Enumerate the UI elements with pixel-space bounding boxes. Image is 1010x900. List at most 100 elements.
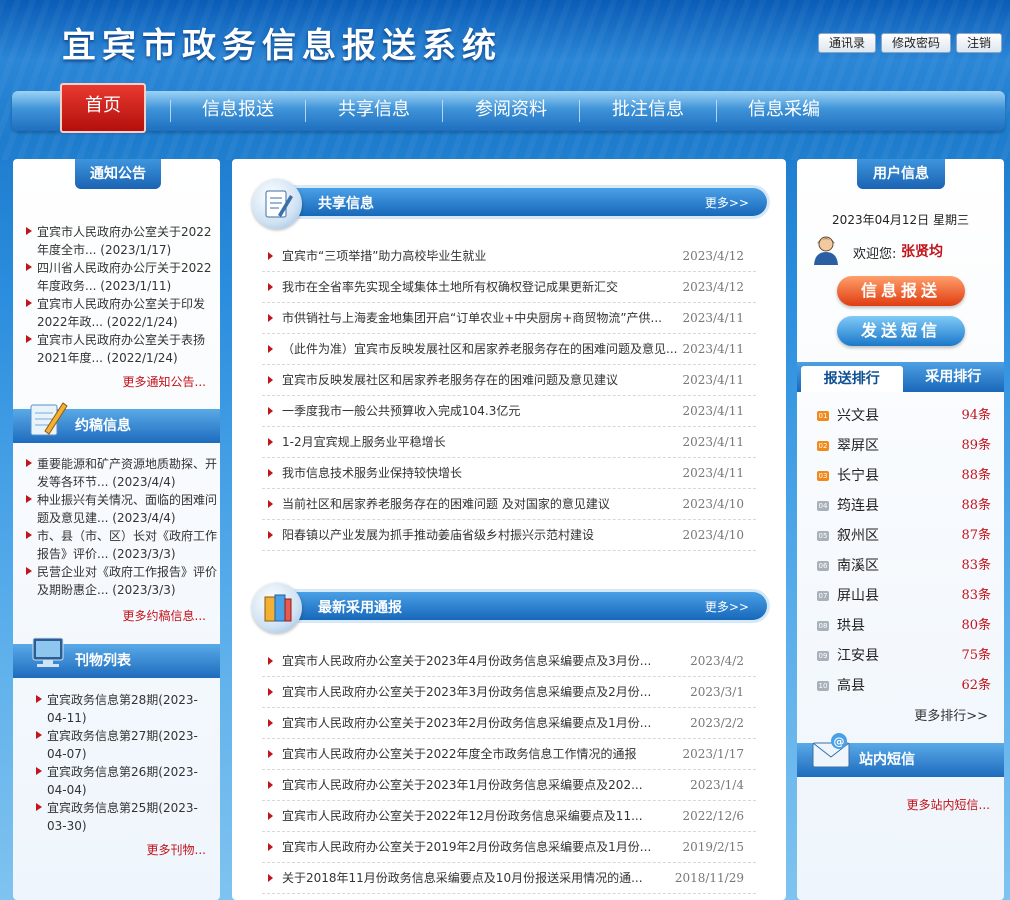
news-title[interactable]: 一季度我市一般公共预算收入完成104.3亿元: [282, 396, 677, 426]
news-title[interactable]: 宜宾市人民政府办公室关于2023年2月份政务信息采编要点及1月份...: [282, 708, 677, 738]
news-title[interactable]: 宜宾市人民政府办公室关于2022年度全市政务信息工作情况的通报: [282, 739, 677, 769]
more-ranking-link[interactable]: 更多排行>>: [914, 705, 988, 724]
list-item[interactable]: 宜宾政务信息第27期(2023-04-07): [33, 727, 211, 763]
nav-editing[interactable]: 信息采编: [717, 91, 851, 131]
rank-number: 03: [817, 471, 829, 481]
ranking-item[interactable]: 06 南溪区 83条: [815, 551, 995, 581]
ranking-item[interactable]: 08 珙县 80条: [815, 611, 995, 641]
news-title[interactable]: 当前社区和居家养老服务存在的困难问题 及对国家的意见建议: [282, 489, 677, 519]
rank-count: 75条: [961, 648, 991, 663]
welcome-label: 欢迎您:: [853, 247, 897, 262]
ranking-item[interactable]: 09 江安县 75条: [815, 641, 995, 671]
news-date: 2023/4/11: [682, 404, 744, 418]
rank-number: 08: [817, 621, 829, 631]
news-date: 2023/4/12: [682, 249, 744, 263]
news-title[interactable]: 宜宾市人民政府办公室关于2023年3月份政务信息采编要点及2月份...: [282, 677, 677, 707]
list-item[interactable]: 宜宾市人民政府办公室关于2022年度全市... (2023/1/17): [23, 223, 219, 259]
adopted-more-link[interactable]: 更多>>: [705, 598, 749, 615]
news-row: 1-2月宜宾规上服务业平稳增长 2023/4/11: [262, 427, 756, 458]
news-title[interactable]: 市供销社与上海麦金地集团开启“订单农业+中央厨房+商贸物流”产供...: [282, 303, 677, 333]
list-item[interactable]: 四川省人民政府办公厅关于2022年度政务... (2023/1/11): [23, 259, 219, 295]
news-date: 2023/4/11: [682, 373, 744, 387]
ranking-item[interactable]: 05 叙州区 87条: [815, 521, 995, 551]
news-title[interactable]: 宜宾市人民政府办公室关于2023年4月份政务信息采编要点及3月份...: [282, 646, 677, 676]
more-periodicals-link[interactable]: 更多刊物...: [147, 841, 206, 858]
ranking-item[interactable]: 01 兴文县 94条: [815, 401, 995, 431]
rank-number: 04: [817, 501, 829, 511]
news-row: 关于2018年11月份政务信息采编要点及10月份报送采用情况的通... 2018/…: [262, 863, 756, 894]
news-row: 宜宾市反映发展社区和居家养老服务存在的困难问题及意见建议 2023/4/11: [262, 365, 756, 396]
list-item[interactable]: 宜宾政务信息第28期(2023-04-11): [33, 691, 211, 727]
list-item[interactable]: 民营企业对《政府工作报告》评价及期盼惠企... (2023/3/3): [23, 563, 219, 599]
nav-annotation[interactable]: 批注信息: [580, 91, 716, 131]
periodicals-list: 宜宾政务信息第28期(2023-04-11) 宜宾政务信息第27期(2023-0…: [33, 691, 211, 835]
news-title[interactable]: 我市在全省率先实现全域集体土地所有权确权登记成果更新汇交: [282, 272, 677, 302]
change-password-button[interactable]: 修改密码: [880, 33, 951, 53]
ranking-item[interactable]: 04 筠连县 88条: [815, 491, 995, 521]
news-title[interactable]: （此件为准）宜宾市反映发展社区和居家养老服务存在的困难问题及意见...: [282, 334, 677, 364]
news-date: 2023/4/10: [682, 497, 744, 511]
send-sms-button[interactable]: 发送短信: [837, 316, 965, 346]
tab-adopt-ranking[interactable]: 采用排行: [903, 362, 1005, 392]
main-nav: 首页 信息报送 共享信息 参阅资料 批注信息 信息采编: [12, 83, 1005, 133]
news-title[interactable]: 阳春镇以产业发展为抓手推动姜庙省级乡村振兴示范村建设: [282, 520, 677, 550]
site-title: 宜宾市政务信息报送系统: [62, 26, 502, 66]
rank-number: 05: [817, 531, 829, 541]
nav-shared[interactable]: 共享信息: [306, 91, 442, 131]
list-item[interactable]: 重要能源和矿产资源地质勘探、开发等各环节... (2023/4/4): [23, 455, 219, 491]
news-title[interactable]: 我市信息技术服务业保持较快增长: [282, 458, 677, 488]
more-messages-link[interactable]: 更多站内短信...: [907, 796, 990, 813]
list-item[interactable]: 宜宾市人民政府办公室关于表扬2021年度... (2022/1/24): [23, 331, 219, 367]
news-date: 2022/12/6: [682, 809, 744, 823]
more-drafts-link[interactable]: 更多约稿信息...: [123, 607, 206, 624]
rank-district: 屏山县: [837, 588, 879, 604]
news-title[interactable]: 宜宾市人民政府办公室关于2023年1月份政务信息采编要点及202...: [282, 770, 677, 800]
contacts-button[interactable]: 通讯录: [817, 33, 876, 53]
list-item[interactable]: 宜宾政务信息第25期(2023-03-30): [33, 799, 211, 835]
list-item[interactable]: 市、县（市、区）长对《政府工作报告》评价... (2023/3/3): [23, 527, 219, 563]
rank-district: 高县: [837, 678, 865, 694]
news-title[interactable]: 1-2月宜宾规上服务业平稳增长: [282, 427, 677, 457]
rank-number: 07: [817, 591, 829, 601]
logout-button[interactable]: 注销: [955, 33, 1002, 53]
rank-count: 62条: [961, 678, 991, 693]
news-title[interactable]: 宜宾市反映发展社区和居家养老服务存在的困难问题及意见建议: [282, 365, 677, 395]
left-panel: 通知公告 宜宾市人民政府办公室关于2022年度全市... (2023/1/17)…: [13, 159, 220, 900]
ranking-item[interactable]: 07 屏山县 83条: [815, 581, 995, 611]
messages-header: @ 站内短信: [797, 733, 1004, 777]
adopted-news-list: 宜宾市人民政府办公室关于2023年4月份政务信息采编要点及3月份... 2023/…: [262, 646, 756, 894]
list-item[interactable]: 种业振兴有关情况、面临的困难问题及意见建... (2023/4/4): [23, 491, 219, 527]
more-notices-link[interactable]: 更多通知公告...: [123, 373, 206, 390]
ranking-item[interactable]: 02 翠屏区 89条: [815, 431, 995, 461]
tab-report-ranking[interactable]: 报送排行: [801, 366, 903, 392]
middle-panel: 共享信息 更多>> 宜宾市“三项举措”助力高校毕业生就业 2023/4/12 我市…: [232, 159, 786, 900]
periodicals-header: 刊物列表: [13, 637, 220, 678]
nav-report[interactable]: 信息报送: [171, 91, 305, 131]
list-item[interactable]: 宜宾市人民政府办公室关于印发2022年政... (2022/1/24): [23, 295, 219, 331]
books-icon: [252, 583, 302, 633]
news-title[interactable]: 宜宾市“三项举措”助力高校毕业生就业: [282, 241, 677, 271]
right-panel: 用户信息 2023年04月12日 星期三 欢迎您: 张贤均 信息报送 发送短信 …: [797, 159, 1004, 900]
news-title[interactable]: 宜宾市人民政府办公室关于2022年12月份政务信息采编要点及11...: [282, 801, 677, 831]
rank-district: 叙州区: [837, 528, 879, 544]
rank-district: 南溪区: [837, 558, 879, 574]
user-name: 张贤均: [901, 244, 943, 260]
news-title[interactable]: 关于2018年11月份政务信息采编要点及10月份报送采用情况的通...: [282, 863, 677, 893]
rank-count: 87条: [961, 528, 991, 543]
news-row: 宜宾市人民政府办公室关于2019年2月份政务信息采编要点及1月份... 2019/…: [262, 832, 756, 863]
news-row: 宜宾市人民政府办公室关于2022年度全市政务信息工作情况的通报 2023/1/17: [262, 739, 756, 770]
news-date: 2023/4/11: [682, 466, 744, 480]
report-info-button[interactable]: 信息报送: [837, 276, 965, 306]
nav-reference[interactable]: 参阅资料: [443, 91, 579, 131]
list-item[interactable]: 宜宾政务信息第26期(2023-04-04): [33, 763, 211, 799]
shared-more-link[interactable]: 更多>>: [705, 194, 749, 211]
news-title[interactable]: 宜宾市人民政府办公室关于2019年2月份政务信息采编要点及1月份...: [282, 832, 677, 862]
ranking-item[interactable]: 10 高县 62条: [815, 671, 995, 701]
computer-icon: [23, 632, 71, 676]
rank-count: 83条: [961, 558, 991, 573]
news-row: 市供销社与上海麦金地集团开启“订单农业+中央厨房+商贸物流”产供... 2023/…: [262, 303, 756, 334]
nav-home[interactable]: 首页: [60, 83, 146, 133]
rank-count: 80条: [961, 618, 991, 633]
ranking-item[interactable]: 03 长宁县 88条: [815, 461, 995, 491]
news-date: 2023/4/12: [682, 280, 744, 294]
